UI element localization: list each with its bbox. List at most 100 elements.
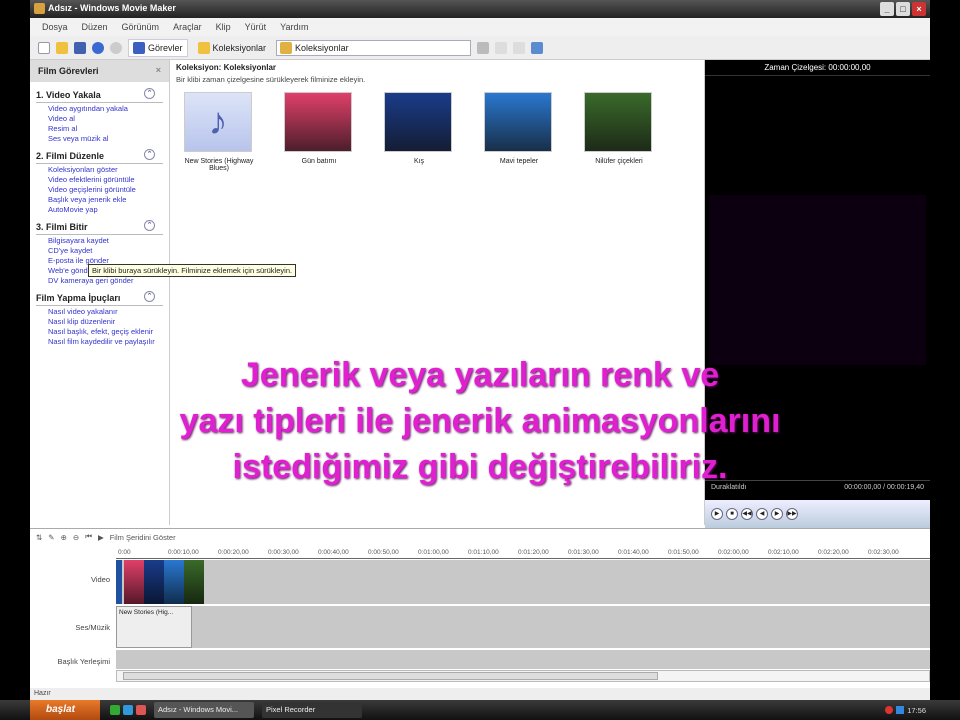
task-section: Film Yapma İpuçları ⌃ Nasıl video yakalanı… <box>36 291 163 346</box>
previous-frame-button[interactable]: ◀ <box>756 508 768 520</box>
close-button[interactable]: × <box>912 2 926 16</box>
section-title[interactable]: 2. Filmi Düzenle ⌃ <box>36 149 163 164</box>
timeline: ⇅ ✎ ⊕ ⊖ ⏮ ▶ Film Şeridini Göster 0:00 0:0… <box>30 528 930 688</box>
start-button[interactable]: başlat <box>30 700 100 720</box>
video-clip[interactable] <box>164 560 184 604</box>
play-button[interactable]: ▶ <box>711 508 723 520</box>
close-pane-icon[interactable]: × <box>156 65 161 75</box>
scrollbar-thumb[interactable] <box>123 672 658 680</box>
task-link[interactable]: Video efektlerini görüntüle <box>36 174 163 184</box>
menu-bar: Dosya Düzen Görünüm Araçlar Klip Yürüt Y… <box>30 18 930 36</box>
ruler-tick: 0:00:30,00 <box>268 549 299 556</box>
collection-item[interactable]: Gün batımı <box>284 92 354 172</box>
taskbar-pixel-recorder[interactable]: Pixel Recorder <box>262 702 362 718</box>
collection-subheader: Bir klibi zaman çizelgesine sürükleyerek… <box>176 75 366 84</box>
video-track[interactable] <box>116 560 930 604</box>
collection-item[interactable]: Kış <box>384 92 454 172</box>
menu-clip[interactable]: Klip <box>216 22 231 36</box>
undo-icon[interactable] <box>92 41 104 54</box>
chevron-up-icon[interactable]: ⌃ <box>144 149 155 160</box>
title-overlay-track[interactable] <box>116 650 930 669</box>
video-clip[interactable] <box>184 560 204 604</box>
play-timeline-icon[interactable]: ▶ <box>98 533 104 542</box>
task-link[interactable]: Nasıl başlık, efekt, geçiş eklenir <box>36 326 163 336</box>
collection-item[interactable]: Nilüfer çiçekleri <box>584 92 654 172</box>
chevron-up-icon[interactable]: ⌃ <box>144 88 155 99</box>
redo-icon[interactable] <box>110 41 122 54</box>
task-link[interactable]: Nasıl film kaydedilir ve paylaşılır <box>36 336 163 346</box>
up-folder-icon[interactable] <box>495 41 508 54</box>
minimize-button[interactable]: _ <box>880 2 894 16</box>
menu-view[interactable]: Görünüm <box>122 22 160 36</box>
video-clip[interactable] <box>124 560 144 604</box>
timeline-scrollbar[interactable] <box>116 670 930 682</box>
collections-button[interactable]: Koleksiyonlar <box>194 40 271 56</box>
dropdown-icon[interactable] <box>477 41 490 54</box>
collections-combo[interactable]: Koleksiyonlar <box>276 39 472 56</box>
section-title-label: 2. Filmi Düzenle <box>36 151 105 161</box>
quick-launch-icon[interactable] <box>136 705 146 715</box>
new-project-icon[interactable] <box>38 41 50 54</box>
chevron-up-icon[interactable]: ⌃ <box>144 220 155 231</box>
stop-button[interactable]: ■ <box>726 508 738 520</box>
time-ruler[interactable]: 0:00 0:00:10,00 0:00:20,00 0:00:30,00 0:00:4… <box>116 547 930 559</box>
audio-clip[interactable]: New Stories (Hig... <box>116 606 192 648</box>
narrate-icon[interactable]: ✎ <box>48 533 54 542</box>
menu-tools[interactable]: Araçlar <box>173 22 202 36</box>
task-link[interactable]: Ses veya müzik al <box>36 133 163 143</box>
collection-item[interactable]: Mavi tepeler <box>484 92 554 172</box>
rewind-timeline-icon[interactable]: ⏮ <box>85 532 92 542</box>
task-link[interactable]: Video al <box>36 113 163 123</box>
clock: 17:56 <box>907 705 926 715</box>
clip-label: Kış <box>413 158 425 165</box>
section-title[interactable]: 1. Video Yakala ⌃ <box>36 88 163 103</box>
taskbar: başlat Adsız - Windows Movi... Pixel Rec… <box>0 700 960 720</box>
task-link[interactable]: CD'ye kaydet <box>36 245 163 255</box>
task-link[interactable]: Video geçişlerini görüntüle <box>36 184 163 194</box>
section-title[interactable]: Film Yapma İpuçları ⌃ <box>36 291 163 306</box>
rewind-button[interactable]: ◀◀ <box>741 508 753 520</box>
section-title[interactable]: 3. Filmi Bitir ⌃ <box>36 220 163 235</box>
video-clip[interactable] <box>144 560 164 604</box>
task-link[interactable]: Resim al <box>36 123 163 133</box>
task-link[interactable]: Başlık veya jenerik ekle <box>36 194 163 204</box>
save-project-icon[interactable] <box>74 41 86 54</box>
show-storyboard-button[interactable]: Film Şeridini Göster <box>110 533 176 542</box>
menu-edit[interactable]: Düzen <box>82 22 108 36</box>
task-link[interactable]: Nasıl klip düzenlenir <box>36 316 163 326</box>
audio-track[interactable]: New Stories (Hig... <box>116 606 930 648</box>
task-link[interactable]: Video aygıtından yakala <box>36 103 163 113</box>
maximize-button[interactable]: □ <box>896 2 910 16</box>
task-link[interactable]: AutoMovie yap <box>36 204 163 214</box>
quick-launch-icon[interactable] <box>110 705 120 715</box>
menu-play[interactable]: Yürüt <box>245 22 267 36</box>
ruler-tick: 0:02:10,00 <box>768 549 799 556</box>
quick-launch <box>110 705 146 715</box>
zoom-in-icon[interactable]: ⊕ <box>61 533 67 542</box>
task-link[interactable]: Koleksiyonları göster <box>36 164 163 174</box>
new-folder-icon[interactable] <box>513 41 526 54</box>
task-link[interactable]: Nasıl video yakalanır <box>36 306 163 316</box>
taskbar-movie-maker[interactable]: Adsız - Windows Movi... <box>154 702 254 718</box>
zoom-out-icon[interactable]: ⊖ <box>73 533 79 542</box>
task-link[interactable]: Bilgisayara kaydet <box>36 235 163 245</box>
section-title-label: 1. Video Yakala <box>36 90 101 100</box>
collection-item[interactable]: ♪ New Stories (Highway Blues) <box>184 92 254 172</box>
section-title-label: 3. Filmi Bitir <box>36 222 88 232</box>
next-frame-button[interactable]: ▶ <box>771 508 783 520</box>
music-note-icon: ♪ <box>184 92 252 152</box>
quick-launch-icon[interactable] <box>123 705 133 715</box>
views-icon[interactable] <box>531 41 544 54</box>
chevron-up-icon[interactable]: ⌃ <box>144 291 155 302</box>
set-audio-level-icon[interactable]: ⇅ <box>36 533 42 542</box>
tasks-icon <box>133 41 145 54</box>
playhead[interactable] <box>116 560 122 604</box>
menu-help[interactable]: Yardım <box>280 22 308 36</box>
tasks-button[interactable]: Görevler <box>128 38 188 57</box>
menu-file[interactable]: Dosya <box>42 22 68 36</box>
tray-icon[interactable] <box>885 706 894 714</box>
tasks-label: Görevler <box>148 42 183 53</box>
tray-icon[interactable] <box>896 706 905 714</box>
fast-forward-button[interactable]: ▶▶ <box>786 508 798 520</box>
open-project-icon[interactable] <box>56 41 68 54</box>
